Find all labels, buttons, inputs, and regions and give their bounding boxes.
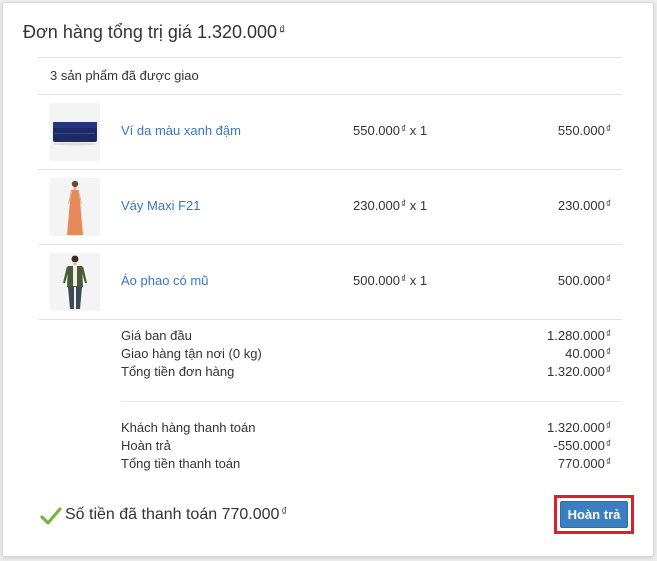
summary-row: Tổng tiền thanh toán 770.000₫	[38, 456, 622, 474]
summary-row: Giá ban đầu 1.280.000₫	[38, 328, 622, 346]
product-link[interactable]: Áo phao có mũ	[121, 273, 208, 288]
order-total-value: 1.320.000₫	[547, 364, 611, 379]
product-link[interactable]: Ví da màu xanh đậm	[121, 123, 241, 138]
currency-symbol: ₫	[401, 124, 407, 135]
unit-price-qty: 230.000₫ x 1	[353, 198, 427, 213]
summary-row: Khách hàng thanh toán 1.320.000₫	[38, 420, 622, 438]
currency-symbol: ₫	[605, 124, 611, 135]
line-total-value: 230.000	[557, 198, 605, 213]
refund-value: -550.000₫	[553, 438, 611, 453]
net-paid-label: Tổng tiền thanh toán	[121, 456, 241, 471]
line-total-value: 500.000	[557, 273, 605, 288]
order-title-prefix: Đơn hàng tổng trị giá	[23, 22, 192, 42]
customer-paid-label: Khách hàng thanh toán	[121, 420, 256, 435]
unit-price-qty: 550.000₫ x 1	[353, 123, 427, 138]
check-icon	[40, 506, 62, 531]
unit-price: 230.000	[353, 198, 400, 213]
refund-button-highlight: Hoàn trả	[554, 495, 634, 534]
currency-symbol: ₫	[279, 23, 286, 37]
quantity: x 1	[409, 198, 428, 213]
shipping-label: Giao hàng tận nơi (0 kg)	[121, 346, 262, 361]
line-total: 500.000₫	[558, 273, 611, 288]
subtotal-label: Giá ban đầu	[121, 328, 192, 343]
wallet-image	[50, 103, 100, 161]
fulfillment-panel: 3 sản phẩm đã được giao Ví da màu xanh đ…	[38, 57, 622, 474]
unit-price: 550.000	[353, 123, 400, 138]
summary-row: Hoàn trả -550.000₫	[38, 438, 622, 456]
line-item: Áo phao có mũ 500.000₫ x 1 500.000₫	[38, 245, 622, 319]
shipment-status: 3 sản phẩm đã được giao	[50, 68, 199, 83]
vest-image	[50, 253, 100, 311]
quantity: x 1	[409, 273, 428, 288]
order-card: Đơn hàng tổng trị giá 1.320.000 ₫ 3 sản p…	[2, 2, 654, 557]
line-item: Ví da màu xanh đậm 550.000₫ x 1 550.000₫	[38, 95, 622, 169]
line-total-value: 550.000	[557, 123, 605, 138]
currency-symbol: ₫	[401, 274, 407, 285]
summary-row: Giao hàng tận nơi (0 kg) 40.000₫	[38, 346, 622, 364]
line-item: Váy Maxi F21 230.000₫ x 1 230.000₫	[38, 170, 622, 244]
refund-label: Hoàn trả	[121, 438, 171, 453]
refund-button[interactable]: Hoàn trả	[560, 501, 628, 528]
unit-price: 500.000	[353, 273, 400, 288]
line-total: 230.000₫	[558, 198, 611, 213]
subtotal-value: 1.280.000₫	[547, 328, 611, 343]
net-paid-value: 770.000₫	[557, 456, 611, 471]
unit-price-qty: 500.000₫ x 1	[353, 273, 427, 288]
payment-status: Số tiền đã thanh toán 770.000 ₫	[40, 506, 288, 525]
currency-symbol: ₫	[401, 199, 407, 210]
currency-symbol: ₫	[605, 274, 611, 285]
order-title: Đơn hàng tổng trị giá 1.320.000 ₫	[23, 22, 285, 43]
summary-row: Tổng tiền đơn hàng 1.320.000₫	[38, 364, 622, 382]
line-total: 550.000₫	[558, 123, 611, 138]
currency-symbol: ₫	[281, 506, 288, 518]
shipping-value: 40.000₫	[565, 346, 611, 361]
paid-message: Số tiền đã thanh toán 770.000	[65, 506, 280, 523]
order-total-label: Tổng tiền đơn hàng	[121, 364, 235, 379]
product-link[interactable]: Váy Maxi F21	[121, 198, 200, 213]
currency-symbol: ₫	[605, 199, 611, 210]
dress-image	[50, 178, 100, 236]
customer-paid-value: 1.320.000₫	[547, 420, 611, 435]
order-title-amount: 1.320.000	[196, 22, 278, 42]
quantity: x 1	[409, 123, 428, 138]
